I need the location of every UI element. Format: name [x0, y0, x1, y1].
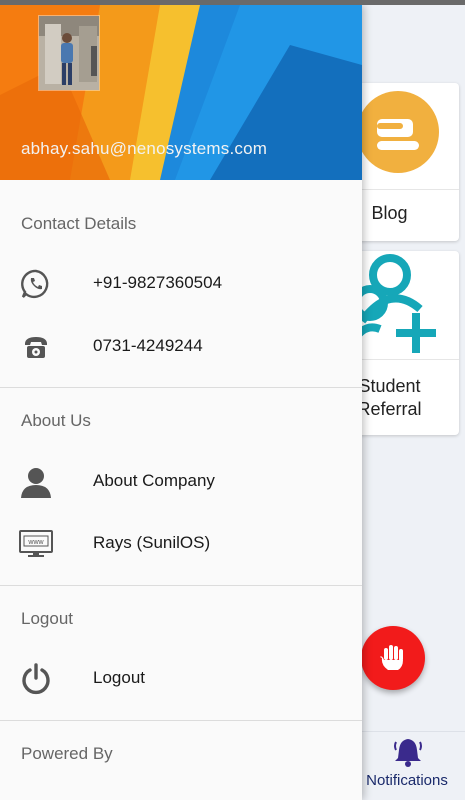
logout-heading: Logout — [21, 609, 73, 628]
whatsapp-item[interactable]: +91-9827360504 — [0, 256, 362, 312]
notifications-label: Notifications — [366, 772, 448, 789]
notifications-tab[interactable]: Notifications — [356, 733, 458, 797]
avatar[interactable] — [38, 15, 100, 91]
svg-text:www: www — [27, 539, 44, 546]
bell-icon — [394, 739, 422, 767]
profile-photo — [39, 16, 99, 90]
whatsapp-icon — [19, 268, 53, 300]
about-company-item[interactable]: About Company — [0, 454, 362, 510]
section-divider — [0, 585, 362, 586]
section-divider — [0, 387, 362, 388]
hand-fab-button[interactable] — [361, 626, 425, 690]
about-us-heading: About Us — [21, 411, 91, 430]
hand-icon — [380, 645, 403, 670]
powered-by-heading: Powered By — [21, 744, 113, 763]
telephone-icon — [19, 331, 53, 363]
section-divider — [0, 720, 362, 721]
contact-details-heading: Contact Details — [21, 214, 137, 233]
rays-sunilos-label: Rays (SunilOS) — [93, 533, 211, 552]
phone-number: 0731-4249244 — [93, 336, 203, 355]
status-bar — [0, 0, 465, 5]
rays-sunilos-item[interactable]: www Rays (SunilOS) — [0, 516, 362, 572]
navigation-drawer: abhay.sahu@nenosystems.com Contact Detai… — [0, 5, 362, 800]
phone-item[interactable]: 0731-4249244 — [0, 319, 362, 375]
www-monitor-icon: www — [19, 528, 53, 560]
user-email: abhay.sahu@nenosystems.com — [21, 139, 268, 158]
power-icon — [19, 663, 53, 695]
whatsapp-number: +91-9827360504 — [93, 273, 223, 292]
logout-item[interactable]: Logout — [0, 651, 362, 707]
logout-label: Logout — [93, 668, 145, 687]
drawer-header: abhay.sahu@nenosystems.com — [0, 5, 362, 180]
person-icon — [19, 466, 53, 498]
about-company-label: About Company — [93, 471, 215, 490]
